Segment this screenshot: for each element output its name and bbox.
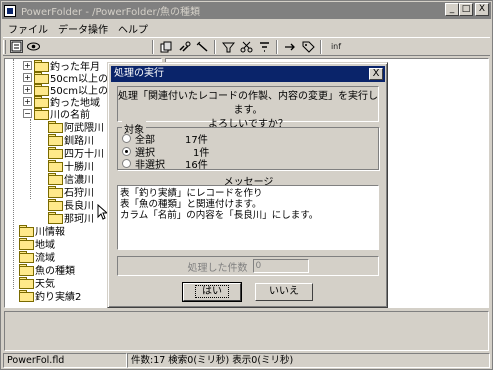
maximize-button[interactable]: □ [459,3,473,16]
tree-item[interactable]: 釧路川 [48,133,94,147]
tree-item[interactable]: 釣り実績2 [19,289,81,303]
toolbar-separator [152,39,154,54]
tree-item[interactable]: 石狩川 [48,185,94,199]
minimize-button[interactable]: _ [445,3,459,16]
target-group: 対象 全部 17件 選択 1件 非選択 16件 [117,121,379,171]
tree-item[interactable]: 魚の種類 [19,263,75,277]
tree-item[interactable]: 阿武隈川 [48,120,104,134]
folder-icon [48,121,63,133]
arrow-right-icon[interactable] [282,40,298,54]
radio-button[interactable] [122,133,131,143]
sort-icon[interactable] [256,40,272,54]
title-bar: PowerFolder - /PowerFolder/魚の種類 _ □ X [2,2,491,19]
tree-item[interactable]: 地域 [19,237,55,251]
toolbar: inf [3,37,490,56]
filter-icon[interactable] [220,40,236,54]
info-label[interactable]: inf [326,40,346,54]
no-button[interactable]: いいえ [255,283,313,301]
link-icon[interactable] [176,40,192,54]
toolbar-separator [214,39,216,54]
cut-icon[interactable] [238,40,254,54]
message-line: 表「釣り実績」にレコードを作り [120,188,263,199]
tree-item[interactable]: 那珂川 [48,211,94,225]
processed-count-label: 処理した件数 [187,262,248,274]
menu-data[interactable]: データ操作 [53,21,113,36]
app-icon [4,4,16,17]
toolbar-separator [320,39,322,54]
tag-icon[interactable] [300,40,316,54]
tree-item[interactable]: 長良川 [48,198,94,212]
radio-button[interactable] [122,158,131,168]
expand-icon[interactable]: + [23,60,32,70]
folder-icon [48,199,63,211]
dialog-close-button[interactable]: X [369,68,383,80]
execute-dialog: 処理の実行 X 処理「関連付いたレコードの作製、内容の変更」を実行します。 よろ… [107,62,388,308]
eye-icon[interactable] [25,40,41,54]
folder-icon [34,72,49,84]
message-line: 表「魚の種類」と関連付けます。 [120,199,262,210]
message-line: カラム「名前」の内容を「長良川」にします。 [120,210,319,221]
dialog-title-bar: 処理の実行 X [111,66,385,82]
folder-icon [48,147,63,159]
folder-icon [34,108,49,120]
dialog-title: 処理の実行 [114,68,164,79]
window-title: PowerFolder - /PowerFolder/魚の種類 [21,7,200,18]
folder-icon [48,173,63,185]
status-bar: PowerFol.fld 件数:17 検索0(ミリ秒) 表示0(ミリ秒) [3,353,490,368]
expand-icon[interactable]: + [23,72,32,82]
confirm-message: 処理「関連付いたレコードの作製、内容の変更」を実行します。 よろしいですか？ [117,86,379,130]
collapse-icon[interactable]: − [23,108,32,118]
folder-icon [34,96,49,108]
toolbar-separator [276,39,278,54]
folder-icon [19,225,34,237]
status-file: PowerFol.fld [3,353,127,368]
yes-button[interactable]: はい [182,282,242,302]
folder-icon [48,160,63,172]
menu-bar: ファイル データ操作 ヘルプ [3,20,153,36]
detail-panel [4,311,489,351]
folder-icon [19,277,34,289]
tree-item[interactable]: 四万十川 [48,146,104,160]
folder-icon [19,238,34,250]
folder-icon [19,264,34,276]
radio-all[interactable]: 全部 17件 [122,132,245,146]
close-button[interactable]: X [475,3,489,16]
wand-icon[interactable] [194,40,210,54]
folder-icon [19,251,34,263]
tree-item[interactable]: 信濃川 [48,172,94,186]
main-window: PowerFolder - /PowerFolder/魚の種類 _ □ X ファ… [0,0,493,370]
expand-icon[interactable]: + [23,96,32,106]
tree-item[interactable]: 川情報 [19,224,65,238]
folder-icon [48,134,63,146]
copy-icon[interactable] [158,40,174,54]
view-toggle-icon[interactable] [10,40,23,53]
folder-icon [48,186,63,198]
radio-button[interactable] [122,146,131,156]
menu-file[interactable]: ファイル [3,21,53,36]
toolbar-grip [3,39,6,54]
processed-count-field: 0 [252,259,309,273]
status-stats: 件数:17 検索0(ミリ秒) 表示0(ミリ秒) [127,353,490,368]
menu-help[interactable]: ヘルプ [113,21,153,36]
expand-icon[interactable]: + [23,84,32,94]
tree-item[interactable]: 十勝川 [48,159,94,173]
message-area[interactable]: 表「釣り実績」にレコードを作り 表「魚の種類」と関連付けます。 カラム「名前」の… [117,185,379,250]
folder-icon [34,60,49,72]
radio-unselected[interactable]: 非選択 16件 [122,157,245,171]
processed-count-row: 処理した件数 0 [117,256,379,276]
folder-icon [48,212,63,224]
tree-item[interactable]: − 川の名前 [23,107,90,121]
folder-icon [19,290,34,302]
tree-item[interactable]: 流域 [19,250,55,264]
tree-item[interactable]: 天気 [19,276,55,290]
folder-icon [34,84,49,96]
